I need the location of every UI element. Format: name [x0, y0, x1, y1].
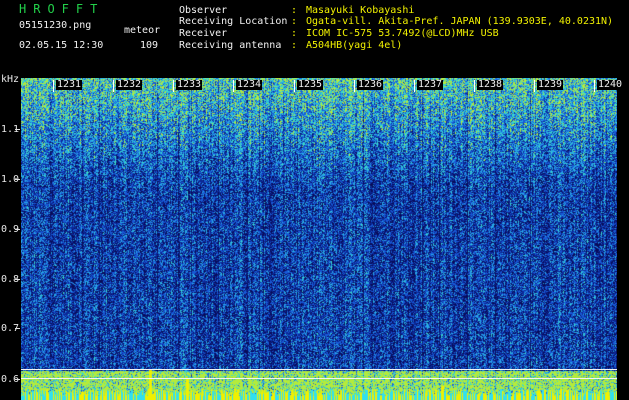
time-tickmark: [233, 80, 234, 92]
time-tickmark: [113, 80, 114, 92]
time-tick-1240: 1240: [597, 79, 624, 90]
receiver-value: ICOM IC-575 53.7492(@LCD)MHz USB: [306, 28, 499, 39]
spectrogram-canvas: [21, 78, 617, 400]
time-tickmark: [474, 80, 475, 92]
freq-tickmark: [15, 129, 20, 130]
reference-line-lower: [21, 378, 617, 379]
header-panel: HROFFT 05151230.png 02.05.15 12:30 meteo…: [0, 0, 629, 78]
antenna-value: A504HB(yagi 4el): [306, 40, 403, 51]
observer-label: Observer: [179, 5, 228, 16]
time-tick-1239: 1239: [537, 79, 564, 90]
time-tick-1233: 1233: [176, 79, 203, 90]
spectrogram: [21, 78, 617, 400]
receiver-sep: :: [291, 28, 298, 39]
event-label: meteor: [124, 25, 161, 36]
datetime: 02.05.15 12:30: [19, 40, 104, 51]
time-tickmark: [414, 80, 415, 92]
antenna-label: Receiving antenna: [179, 40, 282, 51]
time-tick-1238: 1238: [477, 79, 504, 90]
time-tick-1234: 1234: [236, 79, 263, 90]
freq-tickmark: [15, 179, 20, 180]
time-tick-1231: 1231: [56, 79, 83, 90]
time-tickmark: [173, 80, 174, 92]
receiver-label: Receiver: [179, 28, 228, 39]
time-tickmark: [594, 80, 595, 92]
app-logo: HROFFT: [19, 2, 105, 16]
freq-tickmark: [15, 379, 20, 380]
time-tickmark: [534, 80, 535, 92]
freq-unit-label: kHz: [1, 74, 20, 85]
location-label: Receiving Location: [179, 16, 288, 27]
antenna-sep: :: [291, 40, 298, 51]
time-tick-1236: 1236: [357, 79, 384, 90]
observer-sep: :: [291, 5, 298, 16]
observer-value: Masayuki Kobayashi: [306, 5, 415, 16]
time-tickmark: [53, 80, 54, 92]
reference-line-upper: [21, 369, 617, 370]
location-value: Ogata-vill. Akita-Pref. JAPAN (139.9303E…: [306, 16, 614, 27]
time-tick-1235: 1235: [297, 79, 324, 90]
event-count: 109: [140, 40, 159, 51]
freq-tickmark: [15, 229, 20, 230]
location-sep: :: [291, 16, 298, 27]
time-tickmark: [294, 80, 295, 92]
time-tick-1237: 1237: [417, 79, 444, 90]
freq-tickmark: [15, 328, 20, 329]
time-tickmark: [354, 80, 355, 92]
time-tick-1232: 1232: [116, 79, 143, 90]
filename: 05151230.png: [19, 20, 92, 31]
freq-tickmark: [15, 279, 20, 280]
